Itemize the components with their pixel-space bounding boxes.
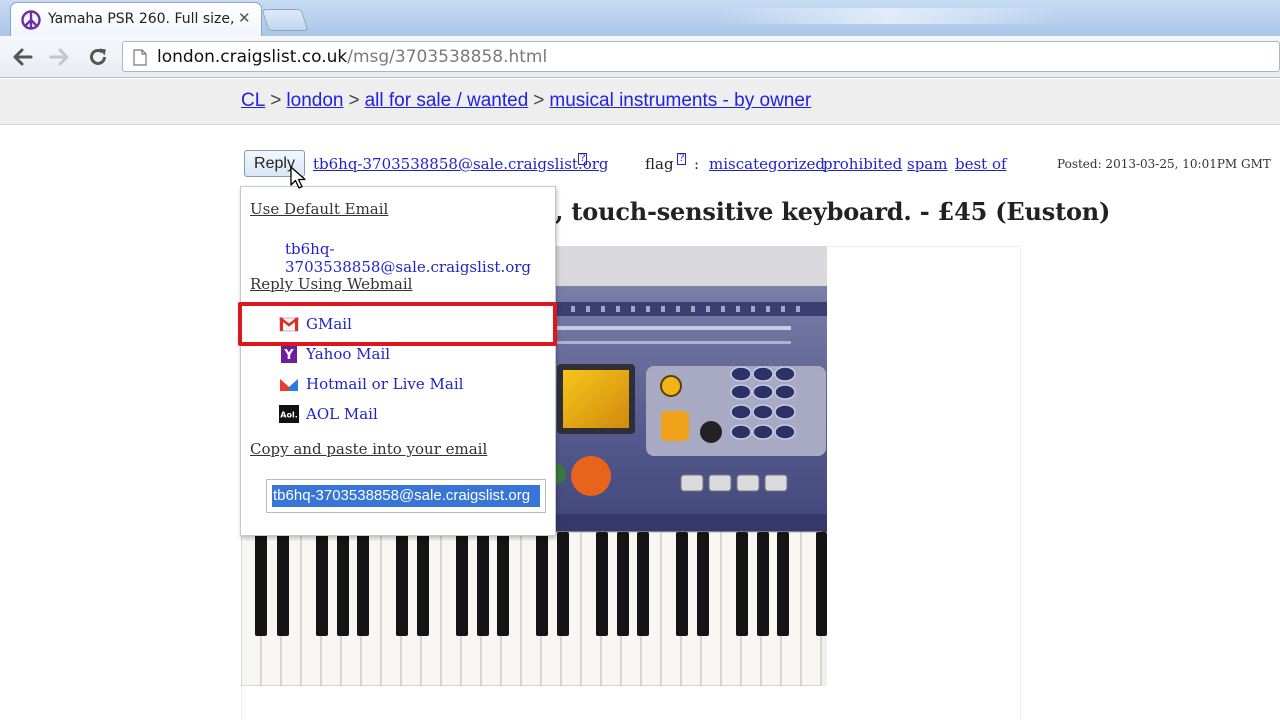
default-email-link[interactable]: tb6hq-3703538858@sale.craigslist.org	[285, 240, 555, 276]
posted-date: Posted: 2013-03-25, 10:01PM GMT	[1057, 157, 1271, 171]
yahoo-label: Yahoo Mail	[306, 345, 391, 363]
hotmail-label: Hotmail or Live Mail	[306, 375, 464, 393]
browser-toolbar: london.craigslist.co.uk/msg/3703538858.h…	[0, 36, 1280, 78]
posting-title: e, touch-sensitive keyboard. - £45 (Eust…	[540, 197, 1111, 226]
gmail-highlight-box	[238, 302, 557, 346]
tab-close-icon[interactable]: ✕	[238, 9, 251, 27]
use-default-email-heading[interactable]: Use Default Email	[250, 200, 388, 218]
reload-button[interactable]	[84, 43, 112, 71]
back-arrow-icon	[13, 48, 33, 66]
aol-label: AOL Mail	[306, 405, 378, 423]
webmail-yahoo-item[interactable]: Y Yahoo Mail	[279, 343, 390, 365]
reply-help-icon[interactable]: ?	[578, 153, 588, 165]
address-bar[interactable]: london.craigslist.co.uk/msg/3703538858.h…	[122, 41, 1280, 72]
window-title-area	[720, 8, 1060, 24]
url-text: london.craigslist.co.uk/msg/3703538858.h…	[157, 47, 547, 67]
flag-help-icon[interactable]: ?	[677, 153, 687, 165]
reload-icon	[90, 48, 106, 65]
breadcrumb-link-musical-instruments[interactable]: musical instruments - by owner	[549, 90, 811, 111]
tab-title: Yamaha PSR 260. Full size,	[48, 11, 234, 27]
flag-label: flag	[645, 155, 674, 173]
flag-miscategorized-link[interactable]: miscategorized	[709, 155, 825, 173]
flag-prohibited-link[interactable]: prohibited	[823, 155, 902, 173]
browser-tab[interactable]: Yamaha PSR 260. Full size, ✕	[10, 2, 262, 36]
peace-favicon-icon	[21, 10, 41, 30]
aol-icon: Aol.	[279, 405, 299, 423]
url-path: /msg/3703538858.html	[347, 47, 548, 67]
breadcrumb-separator: >	[533, 90, 545, 111]
svg-text:Y: Y	[283, 348, 294, 363]
reply-email-link[interactable]: tb6hq-3703538858@sale.craigslist.org	[313, 155, 609, 173]
reply-webmail-heading[interactable]: Reply Using Webmail	[250, 275, 412, 293]
breadcrumb-link-cl[interactable]: CL	[241, 90, 265, 111]
yahoo-icon: Y	[281, 345, 297, 363]
forward-button[interactable]	[46, 43, 74, 71]
breadcrumb-separator: >	[348, 90, 360, 111]
flag-best-of-link[interactable]: best of	[955, 155, 1007, 173]
webmail-hotmail-item[interactable]: Hotmail or Live Mail	[279, 373, 463, 395]
selected-email-text: tb6hq-3703538858@sale.craigslist.org	[272, 485, 540, 507]
breadcrumb-link-for-sale[interactable]: all for sale / wanted	[365, 90, 529, 111]
hotmail-icon	[280, 379, 298, 391]
reply-dropdown: Use Default Email tb6hq-3703538858@sale.…	[240, 186, 556, 536]
new-tab-button[interactable]	[261, 9, 309, 31]
flag-spam-link[interactable]: spam	[907, 155, 947, 173]
page-icon	[133, 49, 147, 66]
breadcrumb-separator: >	[270, 90, 282, 111]
back-button[interactable]	[8, 43, 36, 71]
url-host: london.craigslist.co.uk	[157, 47, 348, 67]
forward-arrow-icon	[49, 48, 69, 66]
webmail-aol-item[interactable]: Aol. AOL Mail	[279, 403, 378, 425]
copy-email-field[interactable]: tb6hq-3703538858@sale.craigslist.org	[266, 479, 546, 513]
mouse-cursor-icon	[290, 166, 306, 189]
breadcrumb: CL > london > all for sale / wanted > musical …	[241, 90, 811, 112]
flag-colon: :	[694, 155, 700, 173]
svg-text:Aol.: Aol.	[280, 411, 297, 420]
breadcrumb-link-london[interactable]: london	[286, 90, 343, 111]
tab-strip: Yamaha PSR 260. Full size, ✕	[0, 0, 1280, 36]
copy-paste-heading[interactable]: Copy and paste into your email	[250, 440, 487, 458]
breadcrumb-bar: CL > london > all for sale / wanted > musical …	[0, 79, 1280, 125]
